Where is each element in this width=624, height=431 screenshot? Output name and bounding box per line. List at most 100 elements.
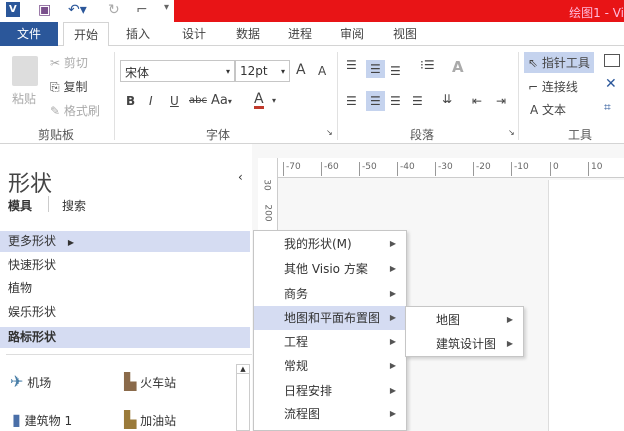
tab-insert[interactable]: 插入 <box>118 22 158 46</box>
menu-item-schedule[interactable]: 日程安排 ▶ <box>254 379 406 403</box>
menu-item-maps-floor-plans[interactable]: 地图和平面布置图 ▶ <box>254 306 406 330</box>
menu-item-engineering[interactable]: 工程 ▶ <box>254 330 406 354</box>
tab-file[interactable]: 文件 <box>0 22 58 46</box>
shape-gas-station[interactable]: ▙ 加油站 <box>124 410 176 429</box>
menu-item-other-visio[interactable]: 其他 Visio 方案 ▶ <box>254 257 406 281</box>
menu-label: 日程安排 <box>284 384 333 398</box>
airport-icon: ✈ <box>10 372 24 391</box>
rotate-text-icon[interactable]: A <box>452 58 464 76</box>
menu-item-general[interactable]: 常规 ▶ <box>254 354 406 378</box>
change-case-button[interactable]: Aa▾ <box>211 93 232 108</box>
italic-button[interactable]: I <box>149 94 153 108</box>
tab-home[interactable]: 开始 <box>63 22 109 47</box>
shape-label: 火车站 <box>140 376 177 390</box>
more-shapes-menu: 我的形状(M) ▶ 其他 Visio 方案 ▶ 商务 ▶ 地图和平面布置图 ▶ 工程 ▶ … <box>253 230 407 431</box>
increase-indent-icon[interactable]: ⇥ <box>496 94 506 108</box>
cut-button[interactable]: ✂ 剪切 <box>50 54 88 71</box>
shrink-font-button[interactable]: A <box>318 64 326 78</box>
group-font-label: 字体 <box>206 128 231 142</box>
font-size-select[interactable]: 12pt ▾ <box>235 60 290 82</box>
tab-review[interactable]: 审阅 <box>332 22 372 46</box>
shape-train-station[interactable]: ▙ 火车站 <box>124 372 176 391</box>
shape-label: 机场 <box>27 376 52 390</box>
menu-item-flowchart[interactable]: 流程图 ▶ <box>254 402 406 426</box>
collapse-panel-icon[interactable]: ‹ <box>238 170 243 184</box>
ruler-tick: -50 <box>359 162 377 176</box>
pointer-tool-button[interactable]: ⇖ 指针工具 <box>524 52 594 73</box>
horizontal-ruler: -70 -60 -50 -40 -30 -20 -10 0 10 <box>278 158 624 178</box>
scrollbar[interactable]: ▲ <box>236 364 250 431</box>
underline-button[interactable]: U <box>170 94 179 108</box>
font-color-button[interactable]: A <box>254 92 264 109</box>
ribbon-tabs: 文件 开始 插入 设计 数据 进程 审阅 视图 <box>0 22 624 47</box>
shape-label: 加油站 <box>140 414 177 428</box>
scroll-up-icon[interactable]: ▲ <box>237 365 249 374</box>
copy-button[interactable]: ⎘ 复制 <box>50 78 87 95</box>
menu-label: 常规 <box>284 359 309 373</box>
align-middle-icon[interactable]: ☰ <box>366 60 385 78</box>
paste-button[interactable]: 粘贴 <box>12 90 36 107</box>
align-right-icon[interactable]: ☰ <box>390 94 401 108</box>
chevron-right-icon: ▶ <box>389 337 396 346</box>
more-shapes-item[interactable]: 更多形状 ▶ <box>0 231 250 252</box>
chevron-right-icon: ▶ <box>389 289 396 298</box>
strikethrough-button[interactable]: abc <box>189 95 207 106</box>
title-text: 绘图1 - Vi <box>569 6 624 20</box>
justify-icon[interactable]: ☰ <box>412 94 423 108</box>
divider <box>114 52 115 140</box>
connector-icon[interactable]: ⌐ <box>136 2 148 18</box>
tab-search[interactable]: 搜索 <box>62 197 86 214</box>
format-painter-button[interactable]: ✎ 格式刷 <box>50 102 100 119</box>
menu-item-my-shapes[interactable]: 我的形状(M) ▶ <box>254 232 406 256</box>
chevron-down-icon: ▾ <box>225 67 230 76</box>
paste-icon[interactable] <box>12 56 38 86</box>
grow-font-button[interactable]: A <box>296 62 306 78</box>
undo-icon[interactable]: ↶▾ <box>68 2 87 18</box>
dialog-launcher-icon[interactable]: ↘ <box>508 128 515 137</box>
tab-data[interactable]: 数据 <box>228 22 268 46</box>
stencil-item[interactable]: 娱乐形状 <box>0 302 250 323</box>
connector-tool-button[interactable]: ⌐ 连接线 <box>528 78 578 95</box>
customize-icon[interactable]: ▾ <box>164 2 169 13</box>
stencil-item-active[interactable]: 路标形状 <box>0 327 250 348</box>
text-tool-button[interactable]: A 文本 <box>530 101 566 118</box>
tab-view[interactable]: 视图 <box>385 22 425 46</box>
dialog-launcher-icon[interactable]: ↘ <box>326 128 333 137</box>
crop-icon[interactable]: ⌗ <box>604 100 611 115</box>
drawing-page[interactable] <box>548 180 624 431</box>
tab-process[interactable]: 进程 <box>280 22 320 46</box>
decrease-indent-icon[interactable]: ⇤ <box>472 94 482 108</box>
case-label: Aa <box>211 93 228 108</box>
bullets-icon[interactable]: ⁝☰ <box>420 58 435 72</box>
submenu-item-architecture[interactable]: 建筑设计图 ▶ <box>406 332 523 356</box>
text-icon: A <box>530 103 539 117</box>
copy-icon: ⎘ <box>50 80 60 94</box>
scissors-icon: ✂ <box>50 56 61 70</box>
submenu-item-maps[interactable]: 地图 ▶ <box>406 308 523 332</box>
font-name-select[interactable]: 宋体 ▾ <box>120 60 235 82</box>
stencil-item[interactable]: 快速形状 <box>0 255 250 276</box>
align-center-icon[interactable]: ☰ <box>366 91 385 111</box>
close-x-icon[interactable]: ✕ <box>605 76 617 92</box>
shape-airport[interactable]: ✈ 机场 <box>10 372 51 391</box>
tab-stencils[interactable]: 模具 <box>8 197 32 214</box>
shape-building[interactable]: ▮ 建筑物 1 <box>12 410 72 429</box>
align-left-icon[interactable]: ☰ <box>346 94 357 108</box>
pointer-label: 指针工具 <box>541 56 590 70</box>
text-direction-icon[interactable]: ⇊ <box>442 92 452 106</box>
ruler-tick: -60 <box>321 162 339 176</box>
divider <box>48 196 49 212</box>
menu-label: 流程图 <box>284 407 321 421</box>
bold-button[interactable]: B <box>126 94 135 108</box>
ruler-tick: -40 <box>397 162 415 176</box>
stencil-item[interactable]: 植物 <box>0 278 250 299</box>
chevron-down-icon: ▾ <box>272 96 277 105</box>
redo-icon[interactable]: ↻ <box>108 2 120 18</box>
save-icon[interactable]: ▣ <box>38 2 51 18</box>
menu-item-business[interactable]: 商务 ▶ <box>254 282 406 306</box>
tab-design[interactable]: 设计 <box>174 22 214 46</box>
align-top-icon[interactable]: ☰ <box>346 58 357 72</box>
gas-station-icon: ▙ <box>124 410 137 429</box>
rectangle-icon[interactable] <box>604 54 620 67</box>
align-bottom-icon[interactable]: ☰ <box>390 64 401 78</box>
